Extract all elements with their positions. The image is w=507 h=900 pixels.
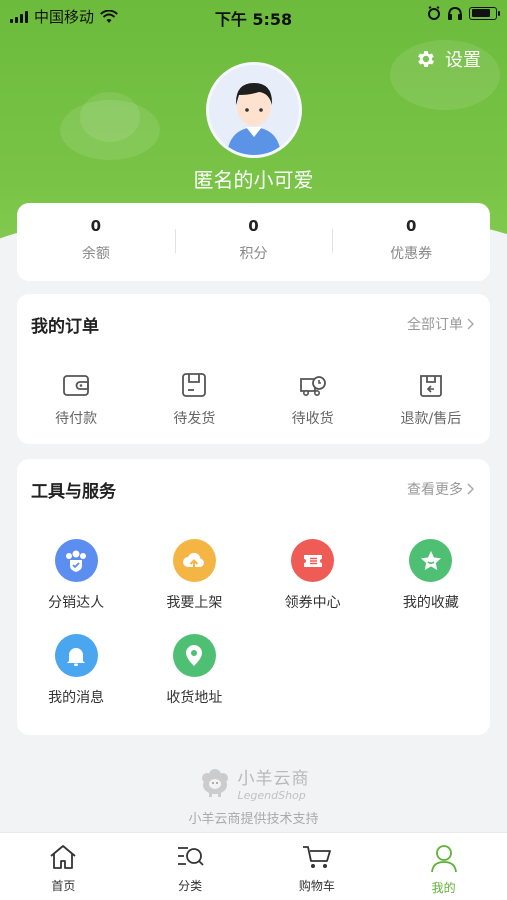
tab-mine[interactable]: 我的: [380, 833, 507, 900]
order-pending-receipt[interactable]: 待收货: [254, 370, 372, 428]
see-more-link[interactable]: 查看更多: [407, 479, 474, 499]
tools-services-card: 工具与服务 查看更多 分销达人 我要上架 领券中心 我的收藏 我的消息 收货地址: [17, 459, 490, 735]
tool-list-product[interactable]: 我要上架: [135, 539, 253, 634]
avatar[interactable]: [206, 62, 302, 158]
cart-icon: [302, 846, 331, 868]
default-avatar-icon: [209, 65, 299, 155]
chevron-right-icon: [467, 318, 474, 330]
battery-icon: [469, 6, 500, 20]
order-refund-after-sale[interactable]: 退款/售后: [372, 370, 490, 428]
stat-label: 积分: [239, 246, 268, 262]
headphones-icon: [448, 6, 462, 20]
box-icon: [182, 373, 207, 397]
order-pending-payment[interactable]: 待付款: [17, 370, 135, 428]
coupon-icon: [291, 539, 335, 582]
brand-name-en: LegendShop: [237, 789, 306, 802]
order-label: 待收货: [291, 411, 334, 427]
section-title: 我的订单: [31, 317, 99, 337]
see-more-label: 查看更多: [407, 482, 463, 498]
order-label: 待付款: [55, 411, 98, 427]
tool-distribution[interactable]: 分销达人: [17, 539, 135, 634]
order-pending-shipment[interactable]: 待发货: [135, 370, 253, 428]
alarm-icon: [428, 6, 440, 20]
bottom-tab-bar: 首页 分类 购物车 我的: [0, 832, 507, 900]
tool-messages[interactable]: 我的消息: [17, 634, 135, 729]
chevron-right-icon: [467, 483, 474, 495]
tool-coupon-center[interactable]: 领券中心: [254, 539, 372, 634]
tab-label: 首页: [51, 879, 76, 893]
tab-home[interactable]: 首页: [0, 833, 127, 900]
sheep-logo-icon: [201, 769, 228, 797]
location-pin-icon: [172, 634, 216, 677]
powered-by-footer: 小羊云商 LegendShop 小羊云商提供技术支持: [0, 764, 507, 827]
bell-icon: [54, 634, 98, 677]
settings-button[interactable]: 设置: [415, 46, 481, 72]
tab-category[interactable]: 分类: [127, 833, 254, 900]
gear-icon: [418, 51, 434, 67]
my-orders-card: 我的订单 全部订单 待付款 待发货 待收货 退款/售后: [17, 294, 490, 444]
star-icon: [409, 539, 453, 582]
stat-balance[interactable]: 0 余额: [17, 203, 175, 281]
stat-value: 0: [248, 217, 259, 235]
tool-label: 收货地址: [166, 690, 223, 706]
category-search-icon: [178, 847, 204, 866]
tab-cart[interactable]: 购物车: [254, 833, 381, 900]
stat-label: 优惠券: [390, 246, 433, 262]
refund-box-icon: [419, 375, 442, 397]
all-orders-link[interactable]: 全部订单: [407, 314, 474, 334]
stat-value: 0: [405, 217, 417, 235]
tool-label: 我要上架: [166, 595, 223, 611]
tab-label: 购物车: [298, 879, 335, 893]
tool-label: 我的收藏: [402, 595, 459, 611]
status-bar: 中国移动 下午 5:58: [0, 0, 507, 30]
stat-coupons[interactable]: 0 优惠券: [332, 203, 490, 281]
tab-label: 分类: [178, 879, 203, 893]
wallet-icon: [63, 375, 90, 396]
tool-favorites[interactable]: 我的收藏: [372, 539, 490, 634]
section-title: 工具与服务: [31, 482, 116, 502]
tool-label: 我的消息: [48, 690, 105, 706]
cloud-upload-icon: [172, 539, 216, 582]
username: 匿名的小可爱: [193, 168, 314, 192]
account-stats-card: 0 余额 0 积分 0 优惠券: [17, 203, 490, 281]
all-orders-label: 全部订单: [407, 317, 463, 333]
settings-label: 设置: [445, 50, 481, 71]
stat-label: 余额: [81, 246, 110, 262]
tab-label: 我的: [431, 881, 456, 895]
tech-support-text: 小羊云商提供技术支持: [188, 812, 319, 827]
delivery-truck-icon: [299, 376, 326, 396]
tool-label: 领券中心: [284, 595, 341, 611]
stat-value: 0: [90, 217, 102, 235]
tool-shipping-address[interactable]: 收货地址: [135, 634, 253, 729]
brand-name-cn: 小羊云商: [237, 769, 310, 789]
order-label: 待发货: [173, 411, 216, 427]
stat-points[interactable]: 0 积分: [174, 203, 333, 281]
order-label: 退款/售后: [400, 411, 462, 427]
user-icon: [430, 845, 457, 873]
tool-label: 分销达人: [48, 595, 105, 611]
group-shield-icon: [54, 539, 98, 582]
home-icon: [50, 845, 76, 869]
